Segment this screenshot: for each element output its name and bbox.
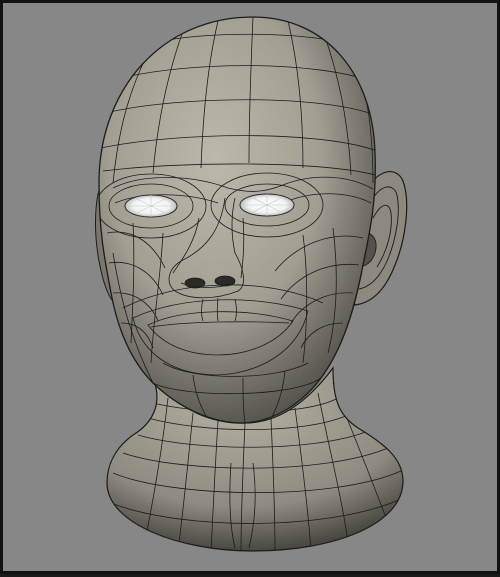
head-wireframe-model[interactable]	[3, 3, 500, 577]
left-eye	[124, 194, 178, 218]
head-mesh	[98, 16, 376, 424]
3d-viewport[interactable]	[0, 0, 500, 574]
right-eye	[239, 193, 295, 217]
